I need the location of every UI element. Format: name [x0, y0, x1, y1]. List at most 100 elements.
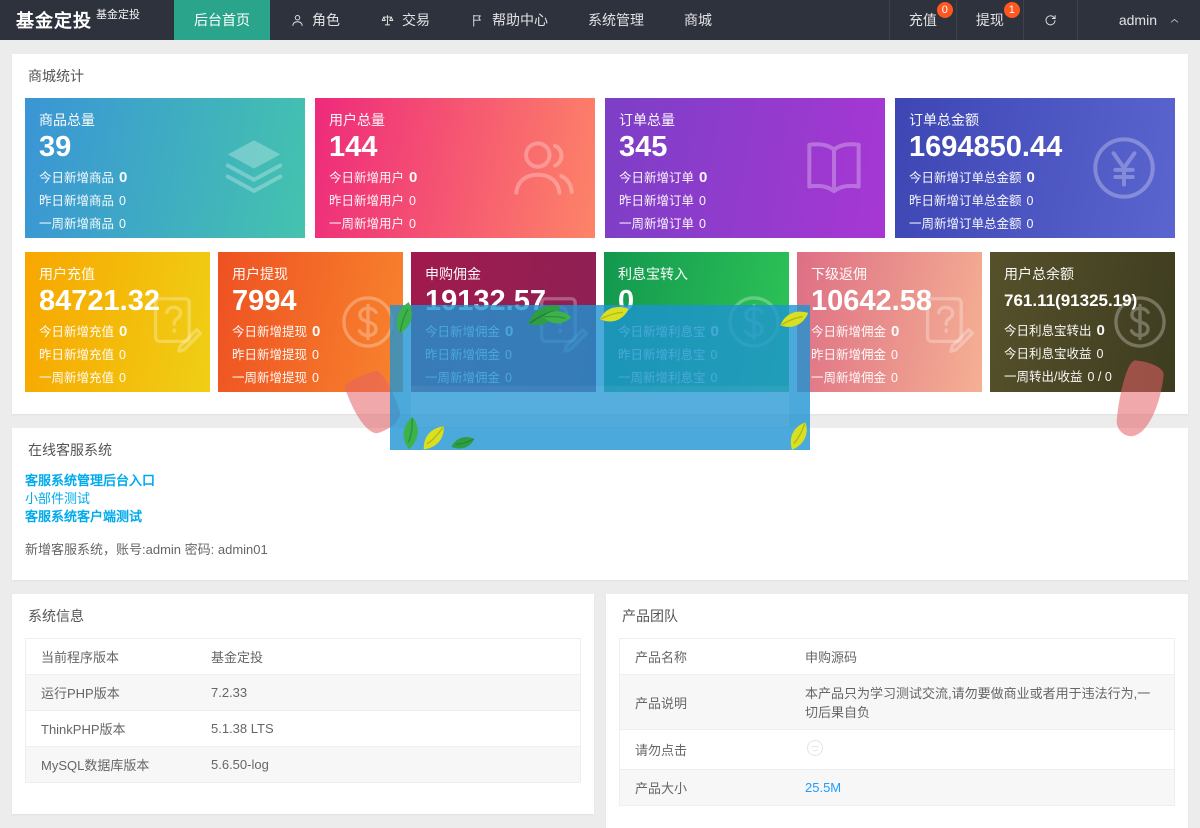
table-row-value	[790, 730, 1175, 770]
nav-right-item-label: 提现	[976, 10, 1004, 30]
stat-card-subrow: 一周新增充值0	[39, 367, 196, 390]
blocked-image-icon[interactable]	[805, 738, 825, 758]
stat-subrow-label: 一周新增佣金	[811, 371, 886, 385]
table-row: 产品名称申购源码	[620, 639, 1175, 675]
table-value-text: 5.1.38 LTS	[211, 721, 274, 736]
nav-menu-item-2[interactable]: 交易	[360, 0, 450, 40]
table-row: 当前程序版本基金定投	[26, 639, 581, 675]
stat-card-title: 订单总金额	[909, 110, 1161, 130]
stat-subrow-label: 一周新增订单	[619, 217, 694, 231]
nav-menu-item-3[interactable]: 帮助中心	[450, 0, 568, 40]
product-team-table: 产品名称申购源码产品说明本产品只为学习测试交流,请勿要做商业或者用于违法行为,一…	[619, 638, 1175, 806]
stat-card-subrow: 一周新增订单总金额 0	[909, 213, 1161, 236]
stat-subrow-label: 一周新增用户	[329, 217, 404, 231]
table-row-value: 申购源码	[790, 639, 1175, 675]
leaf-icon	[418, 422, 451, 455]
nav-menu-item-label: 后台首页	[194, 10, 250, 30]
stat-subrow-value: 0	[312, 371, 319, 385]
stat-subrow-label: 昨日新增用户	[329, 194, 404, 208]
product-team-table-body: 产品名称申购源码产品说明本产品只为学习测试交流,请勿要做商业或者用于违法行为,一…	[620, 639, 1175, 806]
users-icon	[507, 131, 581, 205]
table-row: 产品说明本产品只为学习测试交流,请勿要做商业或者用于违法行为,一切后果自负	[620, 675, 1175, 730]
stat-subrow-value: 0	[1027, 217, 1034, 231]
table-value-text: 申购源码	[805, 650, 857, 665]
stat-card-title: 用户总余额	[1004, 264, 1161, 284]
nav-item-user-menu[interactable]: admin	[1077, 0, 1200, 40]
stat-subrow-value: 0	[409, 217, 416, 231]
table-row: MySQL数据库版本 5.6.50-log	[26, 747, 581, 783]
table-row-label: 产品名称	[620, 639, 791, 675]
stat-subrow-label: 今日新增提现	[232, 325, 307, 339]
system-info-table: 当前程序版本基金定投运行PHP版本7.2.33ThinkPHP版本5.1.38 …	[25, 638, 581, 783]
system-info-panel: 系统信息 当前程序版本基金定投运行PHP版本7.2.33ThinkPHP版本5.…	[12, 594, 594, 814]
layers-icon	[217, 131, 291, 205]
stat-subrow-value: 0	[119, 194, 126, 208]
stat-subrow-label: 一周新增提现	[232, 371, 307, 385]
table-row-value: 本产品只为学习测试交流,请勿要做商业或者用于违法行为,一切后果自负	[790, 675, 1175, 730]
stat-subrow-label: 今日新增佣金	[811, 325, 886, 339]
nav-menu-item-4[interactable]: 系统管理	[568, 0, 664, 40]
stat-subrow-label: 一周新增充值	[39, 371, 114, 385]
app-logo-title: 基金定投	[16, 7, 92, 33]
stat-card-stats_panel.small_cards-4: 下级返佣10642.58今日新增佣金0昨日新增佣金0一周新增佣金0	[797, 252, 982, 392]
nav-menu-item-0[interactable]: 后台首页	[174, 0, 270, 40]
stat-subrow-value: 0	[409, 194, 416, 208]
stat-subrow-value: 0	[699, 169, 707, 186]
stat-subrow-value: 0	[891, 348, 898, 362]
table-row-value: 5.6.50-log	[196, 747, 581, 783]
stat-card-title: 商品总量	[39, 110, 291, 130]
table-value-text: 5.6.50-log	[211, 757, 269, 772]
nav-menu-item-label: 交易	[402, 10, 430, 30]
scales-icon	[380, 13, 395, 28]
user-icon	[1097, 13, 1112, 28]
dollar-circle-icon	[1109, 291, 1171, 353]
stat-subrow-value: 0	[119, 323, 127, 340]
current-user-name: admin	[1119, 12, 1157, 28]
stat-subrow-label: 今日新增用户	[329, 171, 404, 185]
edit-question-icon	[144, 291, 206, 353]
top-navbar: 基金定投 基金定投 后台首页角色 交易 帮助中心系统管理商城 充值0提现1 admi…	[0, 0, 1200, 40]
table-row: 运行PHP版本7.2.33	[26, 675, 581, 711]
stat-subrow-label: 昨日新增提现	[232, 348, 307, 362]
table-row-label: 产品说明	[620, 675, 791, 730]
stat-card-subrow: 一周新增用户 0	[329, 213, 581, 236]
stat-subrow-label: 昨日新增充值	[39, 348, 114, 362]
service-link-0[interactable]: 客服系统管理后台入口	[25, 472, 1175, 490]
product-team-panel: 产品团队 产品名称申购源码产品说明本产品只为学习测试交流,请勿要做商业或者用于违…	[606, 594, 1188, 828]
flag-icon	[470, 13, 485, 28]
notification-badge: 0	[937, 2, 953, 18]
nav-menu-item-label: 帮助中心	[492, 10, 548, 30]
customer-service-panel: 在线客服系统 客服系统管理后台入口小部件测试客服系统客户端测试 新增客服系统，账…	[12, 428, 1188, 580]
table-row: 产品大小25.5M	[620, 770, 1175, 806]
stat-subrow-value: 0	[119, 217, 126, 231]
refresh-button[interactable]	[1023, 0, 1077, 40]
nav-menu-item-5[interactable]: 商城	[664, 0, 732, 40]
nav-right-item-0[interactable]: 充值0	[889, 0, 956, 40]
user-icon	[290, 13, 305, 28]
stat-subrow-label: 一周新增订单总金额	[909, 217, 1022, 231]
table-value-text: 基金定投	[211, 650, 263, 665]
table-value-link[interactable]: 25.5M	[805, 780, 841, 795]
service-link-1[interactable]: 小部件测试	[25, 490, 1175, 508]
yen-circle-icon	[1087, 131, 1161, 205]
stat-subrow-value: 0	[312, 348, 319, 362]
stat-subrow-value: 0 / 0	[1087, 370, 1111, 384]
stat-subrow-label: 今日利息宝收益	[1004, 347, 1092, 361]
service-link-2[interactable]: 客服系统客户端测试	[25, 508, 1175, 526]
stat-subrow-value: 0	[1097, 322, 1105, 339]
app-logo-subtitle: 基金定投	[96, 6, 140, 22]
table-row-label: 当前程序版本	[26, 639, 197, 675]
stat-subrow-value: 0	[312, 323, 320, 340]
table-row-label: MySQL数据库版本	[26, 747, 197, 783]
big-stat-cards-row: 商品总量39今日新增商品0昨日新增商品0一周新增商品0用户总量144今日新增用户…	[25, 98, 1175, 238]
nav-menu: 后台首页角色 交易 帮助中心系统管理商城	[174, 0, 732, 40]
stat-subrow-value: 0	[891, 323, 899, 340]
nav-menu-item-1[interactable]: 角色	[270, 0, 360, 40]
nav-right-item-1[interactable]: 提现1	[956, 0, 1023, 40]
stat-card-title: 利息宝转入	[618, 264, 775, 284]
app-logo[interactable]: 基金定投 基金定投	[0, 0, 174, 40]
chevron-up-icon	[1168, 14, 1181, 27]
stat-subrow-value: 0	[1027, 194, 1034, 208]
service-links: 客服系统管理后台入口小部件测试客服系统客户端测试	[25, 472, 1175, 526]
stat-card-stats_panel.big_cards-0: 商品总量39今日新增商品0昨日新增商品0一周新增商品0	[25, 98, 305, 238]
